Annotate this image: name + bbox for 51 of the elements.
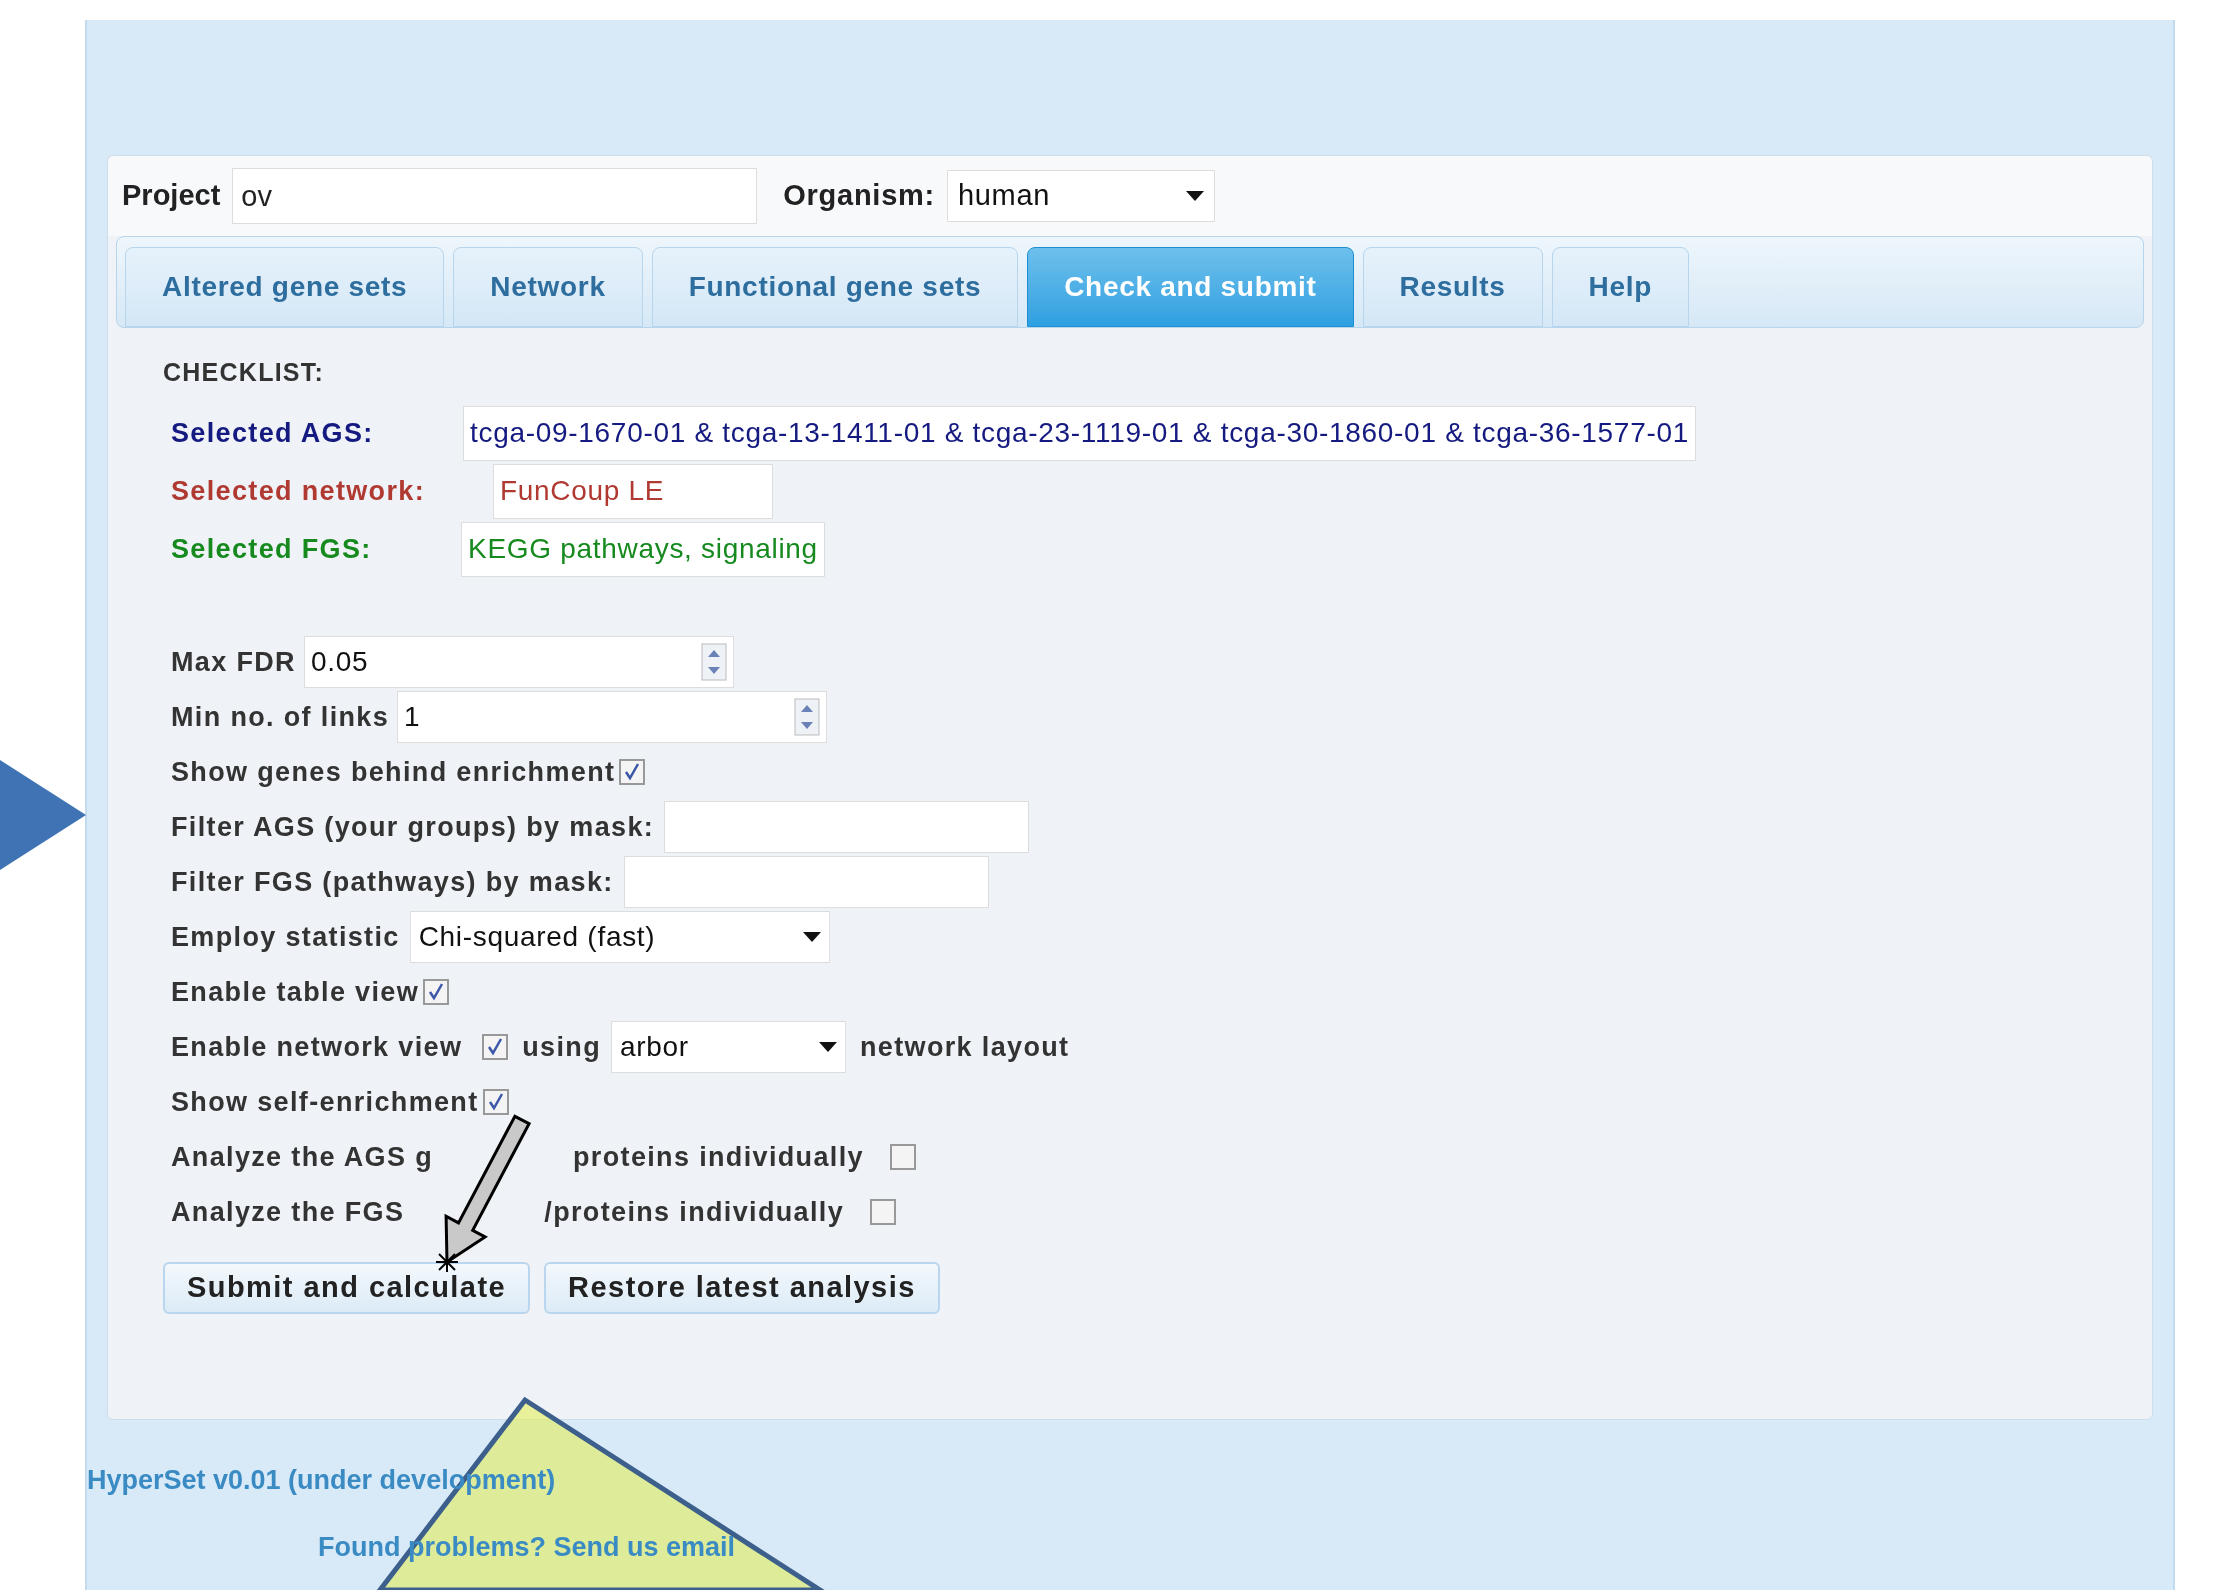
option-label: proteins individually xyxy=(573,1140,864,1174)
checklist-label: Selected AGS: xyxy=(171,416,375,450)
spinner-icon[interactable] xyxy=(794,698,821,736)
option-label: Employ statistic xyxy=(171,920,400,954)
caret-icon xyxy=(802,932,821,942)
field-label: Organism: xyxy=(783,178,935,214)
option-label: Filter FGS (pathways) by mask: xyxy=(171,865,614,899)
caret-icon xyxy=(1185,191,1204,201)
option-label: Analyze the AGS g xyxy=(171,1140,433,1174)
project-field[interactable]: ov xyxy=(232,168,758,224)
option-label: Show genes behind enrichment xyxy=(171,755,616,789)
checklist-label: Selected FGS: xyxy=(171,532,373,566)
option-label: Enable table view xyxy=(171,975,420,1009)
option-label: Show self-enrichment xyxy=(171,1085,479,1119)
option-label: Min no. of links xyxy=(171,700,390,734)
checkbox[interactable] xyxy=(482,1089,509,1115)
text-field[interactable] xyxy=(664,801,1030,853)
checklist-label: Selected network: xyxy=(171,474,427,508)
select-field[interactable]: arbor xyxy=(611,1021,846,1073)
tab[interactable]: Functional gene sets xyxy=(651,247,1019,327)
option-label: Analyze the FGS xyxy=(171,1195,405,1229)
option-label: using xyxy=(522,1030,601,1064)
number-field[interactable]: 1 xyxy=(397,691,828,743)
checklist-field: FunCoup LE xyxy=(493,463,773,519)
action-button[interactable]: Restore latest analysis xyxy=(544,1261,940,1314)
action-button[interactable]: Submit and calculate xyxy=(163,1261,531,1314)
organism-select[interactable]: human xyxy=(946,170,1215,222)
text-field[interactable] xyxy=(623,856,989,908)
tab[interactable]: Results xyxy=(1362,247,1543,327)
option-label: Max FDR xyxy=(171,645,296,679)
tab[interactable]: Altered gene sets xyxy=(125,247,445,327)
number-field[interactable]: 0.05 xyxy=(303,636,734,688)
select-field[interactable]: Chi-squared (fast) xyxy=(409,911,830,963)
option-label: /proteins individually xyxy=(544,1195,845,1229)
checkbox[interactable] xyxy=(889,1144,916,1170)
checkbox[interactable] xyxy=(870,1199,897,1225)
checklist-title: CHECKLIST: xyxy=(163,357,326,388)
tab[interactable]: Help xyxy=(1551,247,1690,327)
checkbox[interactable] xyxy=(619,759,646,785)
checklist-field: tcga-09-1670-01 & tcga-13-1411-01 & tcga-23-1119-01 & tcga-30-1860-01 & tcga-36-1577-01 xyxy=(463,405,1696,461)
field-label: Project xyxy=(122,178,221,214)
spinner-icon[interactable] xyxy=(700,643,727,681)
checkbox[interactable] xyxy=(482,1034,509,1060)
option-label: network layout xyxy=(860,1030,1070,1064)
caret-icon xyxy=(819,1042,837,1052)
option-label: Filter AGS (your groups) by mask: xyxy=(171,810,655,844)
option-label: Enable network view xyxy=(171,1030,463,1064)
checklist-field: KEGG pathways, signaling xyxy=(461,521,825,577)
tab[interactable]: Network xyxy=(453,247,643,327)
triangle-pointer-icon xyxy=(0,760,86,870)
checkbox[interactable] xyxy=(423,979,450,1005)
